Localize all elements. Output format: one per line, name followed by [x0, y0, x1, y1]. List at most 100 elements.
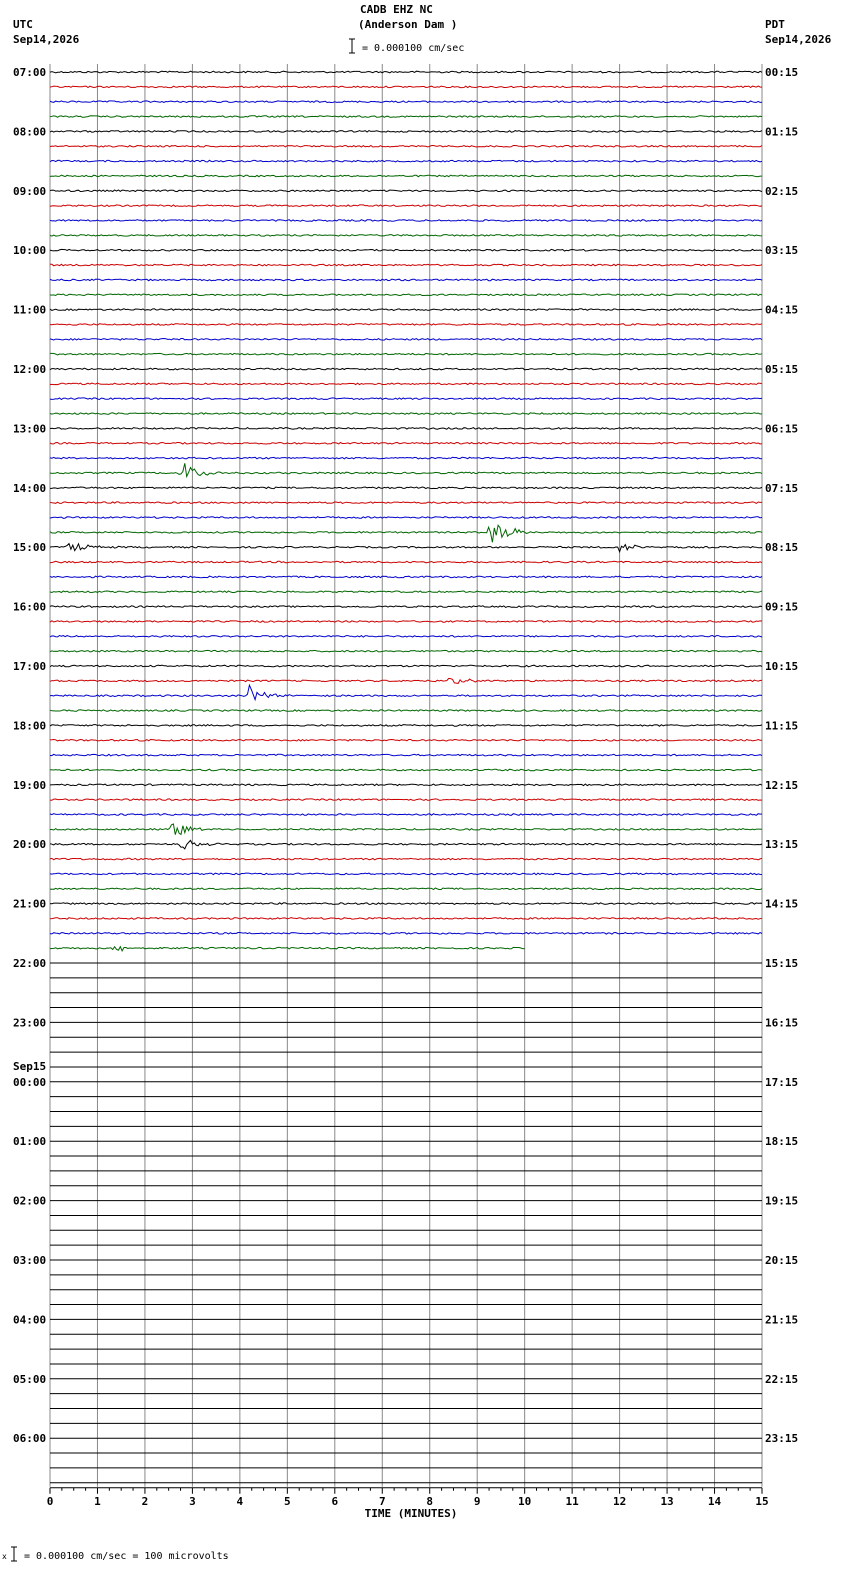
pdt-hour-label: 15:15	[765, 957, 798, 970]
trace-row	[49, 382, 763, 386]
trace-row	[49, 412, 763, 415]
trace-row	[50, 263, 763, 267]
utc-hour-label: 19:00	[13, 779, 46, 792]
pdt-hour-label: 13:15	[765, 838, 798, 851]
x-tick-label: 5	[284, 1495, 291, 1508]
utc-hour-label: 17:00	[13, 660, 46, 673]
x-tick-label: 11	[566, 1495, 580, 1508]
trace-row	[49, 683, 763, 702]
trace-row	[49, 233, 763, 237]
trace-row	[49, 872, 763, 876]
pdt-hour-label: 11:15	[765, 719, 798, 732]
utc-hour-label: 02:00	[13, 1195, 46, 1208]
trace-row	[49, 798, 763, 802]
pdt-hour-label: 05:15	[765, 363, 798, 376]
trace-row	[49, 367, 763, 371]
utc-hour-label: 18:00	[13, 719, 46, 732]
trace-row	[49, 323, 763, 326]
utc-hour-label: 00:00	[13, 1076, 46, 1089]
trace-row	[50, 352, 763, 356]
pdt-hour-label: 23:15	[765, 1432, 798, 1445]
trace-row	[49, 397, 763, 401]
trace-row	[49, 560, 763, 564]
trace-row	[49, 813, 763, 816]
marker-x: x	[2, 1552, 7, 1561]
pdt-hour-label: 10:15	[765, 660, 798, 673]
utc-hour-label: 03:00	[13, 1254, 46, 1267]
trace-row	[49, 677, 763, 684]
x-tick-label: 14	[708, 1495, 722, 1508]
x-tick-label: 4	[237, 1495, 244, 1508]
trace-row	[49, 839, 763, 850]
trace-row	[49, 463, 763, 479]
time-axis: 0 1 2 3 4 5 6 7 8 9 10 11 12 13 14 15TIME (MINUTES)	[47, 1487, 769, 1520]
trace-row	[49, 634, 763, 638]
utc-hour-label: 21:00	[13, 898, 46, 911]
trace-row	[49, 902, 763, 905]
trace-row	[49, 426, 763, 430]
trace-row	[49, 293, 763, 297]
pdt-hour-label: 17:15	[765, 1076, 798, 1089]
pdt-hour-label: 22:15	[765, 1373, 798, 1386]
utc-hour-label: 09:00	[13, 185, 46, 198]
helicorder-plot: 0 1 2 3 4 5 6 7 8 9 10 11 12 13 14 15TIME (MINUTES) 07:…	[11, 38, 798, 1562]
pdt-hour-label: 01:15	[765, 125, 798, 138]
pdt-hour-label: 20:15	[765, 1254, 798, 1267]
plot-grid	[49, 64, 763, 1487]
utc-hour-label: 13:00	[13, 422, 46, 435]
pdt-hour-label: 12:15	[765, 779, 798, 792]
trace-row	[49, 115, 763, 118]
trace-row	[49, 917, 763, 920]
trace-row	[49, 204, 763, 207]
utc-hour-label: 04:00	[13, 1313, 46, 1326]
trace-row	[49, 70, 763, 74]
x-tick-label: 13	[660, 1495, 673, 1508]
utc-hour-label: 08:00	[13, 125, 46, 138]
pdt-hour-label: 14:15	[765, 898, 798, 911]
utc-hour-label: 10:00	[13, 244, 46, 257]
trace-row	[49, 524, 763, 543]
pdt-hour-label: 02:15	[765, 185, 798, 198]
x-tick-label: 12	[613, 1495, 626, 1508]
trace-row	[49, 278, 763, 282]
trace-row	[49, 753, 763, 757]
trace-row	[49, 100, 763, 104]
trace-row	[49, 783, 763, 787]
pdt-hour-label: 09:15	[765, 601, 798, 614]
trace-row	[49, 768, 763, 772]
calibration-label: = 0.000100 cm/sec = 100 microvolts	[24, 1551, 229, 1562]
x-tick-label: 9	[474, 1495, 481, 1508]
trace-row	[49, 159, 763, 163]
utc-hour-label: 16:00	[13, 601, 46, 614]
utc-hour-label: 11:00	[13, 304, 46, 317]
utc-hour-label: 05:00	[13, 1373, 46, 1386]
pdt-hour-label: 00:15	[765, 66, 798, 79]
trace-row	[49, 857, 763, 861]
calibration-bar-icon	[11, 1546, 17, 1562]
trace-row	[49, 709, 763, 712]
x-tick-label: 10	[518, 1495, 531, 1508]
trace-row	[49, 85, 763, 89]
trace-row	[50, 486, 763, 490]
utc-hour-label: 07:00	[13, 66, 46, 79]
pdt-hour-label: 08:15	[765, 541, 798, 554]
utc-hour-label: 06:00	[13, 1432, 46, 1445]
trace-row	[49, 724, 763, 727]
x-axis-title: TIME (MINUTES)	[365, 1507, 458, 1520]
trace-row	[49, 144, 763, 148]
x-tick-label: 3	[189, 1495, 196, 1508]
trace-row	[49, 219, 763, 222]
x-tick-label: 2	[142, 1495, 149, 1508]
seismic-traces	[49, 70, 763, 1484]
pdt-hour-label: 07:15	[765, 482, 798, 495]
trace-row	[49, 441, 763, 445]
utc-hour-label: 12:00	[13, 363, 46, 376]
utc-hour-label: 20:00	[13, 838, 46, 851]
trace-row	[49, 542, 763, 554]
trace-row	[49, 337, 763, 341]
trace-row	[49, 456, 763, 460]
utc-hour-label: 22:00	[13, 957, 46, 970]
trace-row	[49, 308, 763, 311]
trace-row	[49, 620, 763, 623]
utc-hour-label: 01:00	[13, 1135, 46, 1148]
